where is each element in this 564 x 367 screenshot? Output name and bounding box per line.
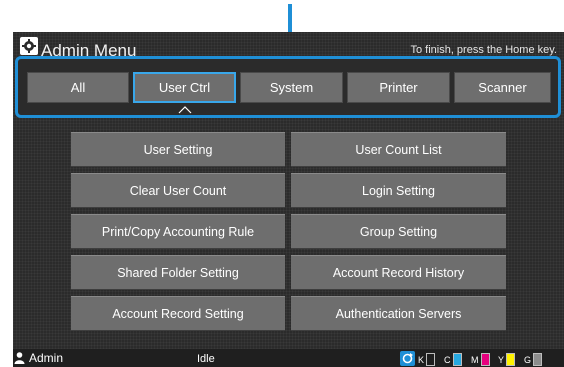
toner-y-gauge — [506, 353, 516, 366]
tab-user-ctrl[interactable]: User Ctrl — [133, 72, 236, 103]
login-setting-button[interactable]: Login Setting — [291, 173, 506, 208]
toner-replace-icon[interactable] — [400, 351, 415, 366]
toner-y: Y — [498, 352, 516, 366]
toner-m-gauge — [480, 353, 490, 366]
print-copy-accounting-rule-button[interactable]: Print/Copy Accounting Rule — [71, 214, 285, 249]
toner-y-fill — [507, 354, 515, 365]
toner-k: K — [418, 352, 436, 366]
user-setting-button[interactable]: User Setting — [71, 132, 285, 167]
logged-in-user[interactable]: Admin — [29, 351, 63, 365]
tab-all[interactable]: All — [27, 72, 129, 103]
status-bar: Admin Idle K C M Y G — [13, 349, 564, 367]
toner-k-label: K — [418, 355, 425, 365]
tab-system[interactable]: System — [240, 72, 343, 103]
toner-g: G — [524, 352, 543, 366]
toner-c-gauge — [452, 353, 462, 366]
user-count-list-button[interactable]: User Count List — [291, 132, 506, 167]
toner-c: C — [444, 352, 462, 366]
admin-menu-screen: Admin Menu To finish, press the Home key… — [13, 32, 564, 367]
toner-g-fill — [534, 354, 542, 365]
group-setting-button[interactable]: Group Setting — [291, 214, 506, 249]
user-icon — [14, 352, 25, 364]
home-key-hint: To finish, press the Home key. — [410, 44, 557, 56]
tab-scanner[interactable]: Scanner — [454, 72, 551, 103]
toner-m: M — [471, 352, 490, 366]
toner-k-gauge — [426, 353, 436, 366]
toner-c-fill — [453, 354, 461, 365]
category-tab-panel: All User Ctrl System Printer Scanner — [15, 56, 561, 118]
account-record-setting-button[interactable]: Account Record Setting — [71, 296, 285, 331]
tab-printer[interactable]: Printer — [347, 72, 450, 103]
authentication-servers-button[interactable]: Authentication Servers — [291, 296, 506, 331]
account-record-history-button[interactable]: Account Record History — [291, 255, 506, 290]
clear-user-count-button[interactable]: Clear User Count — [71, 173, 285, 208]
gear-icon — [20, 37, 38, 55]
machine-status: Idle — [197, 353, 215, 365]
shared-folder-setting-button[interactable]: Shared Folder Setting — [71, 255, 285, 290]
title-bar: Admin Menu To finish, press the Home key… — [13, 32, 564, 60]
selected-tab-caret-icon — [178, 106, 192, 114]
toner-m-label: M — [471, 355, 479, 365]
toner-y-label: Y — [498, 355, 505, 365]
toner-c-label: C — [444, 355, 451, 365]
toner-m-fill — [481, 354, 489, 365]
toner-g-gauge — [533, 353, 543, 366]
toner-g-label: G — [524, 355, 532, 365]
